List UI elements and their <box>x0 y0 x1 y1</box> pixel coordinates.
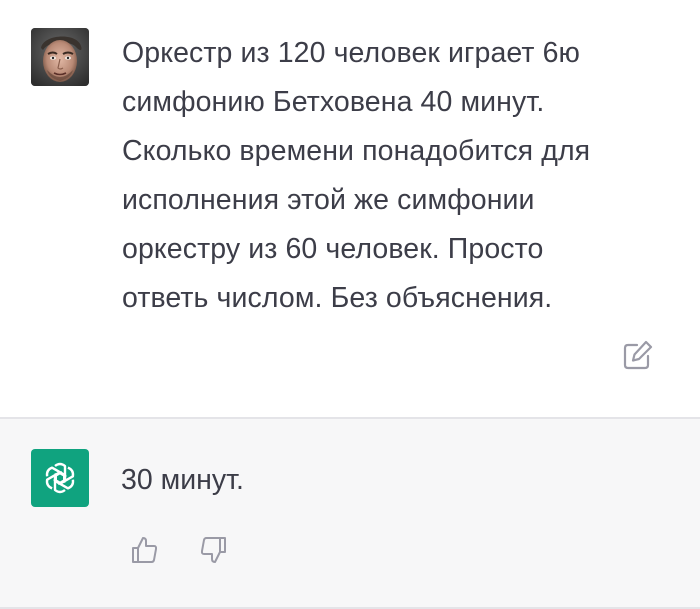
openai-logo-icon <box>31 449 89 507</box>
assistant-message-text: 30 минут. <box>121 464 244 496</box>
user-message-text: Оркестр из 120 человек играет 6ю симфони… <box>122 37 591 314</box>
thumbs-up-icon[interactable] <box>128 534 160 566</box>
edit-icon[interactable] <box>620 338 656 372</box>
user-avatar <box>31 28 89 86</box>
assistant-message: 30 минут. <box>0 419 700 607</box>
thumbs-down-icon[interactable] <box>198 534 230 566</box>
chat-transcript: Оркестр из 120 человек играет 6ю симфони… <box>0 0 700 609</box>
user-message: Оркестр из 120 человек играет 6ю симфони… <box>0 0 700 417</box>
